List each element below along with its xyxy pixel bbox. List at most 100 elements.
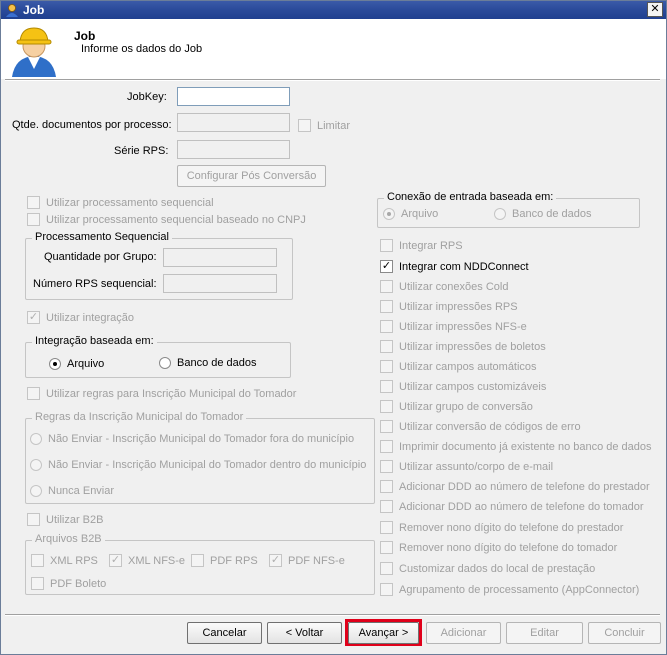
pdf-boleto-label: PDF Boleto [50, 577, 107, 590]
pdf-rps-checkbox[interactable]: PDF RPS [191, 554, 258, 567]
qtde-input[interactable] [177, 113, 290, 132]
quantidade-grupo-input[interactable] [163, 248, 277, 267]
opt-agrupamento-label: Agrupamento de processamento (AppConnect… [399, 583, 640, 596]
concluir-button[interactable]: Concluir [588, 622, 661, 644]
wizard-header: Job Informe os dados do Job [1, 19, 666, 79]
opt-impressoes-boletos-checkbox[interactable]: Utilizar impressões de boletos [380, 340, 546, 353]
regras-im-checkbox[interactable]: Utilizar regras para Inscrição Municipal… [27, 387, 296, 400]
proc-sequencial-cnpj-checkbox[interactable]: Utilizar processamento sequencial basead… [27, 213, 306, 226]
opt-grupo-conversao-checkbox[interactable]: Utilizar grupo de conversão [380, 400, 533, 413]
opt-campos-automaticos-label: Utilizar campos automáticos [399, 360, 537, 373]
group-processamento-sequencial-legend: Processamento Sequencial [32, 231, 172, 243]
config-pos-conversao-button[interactable]: Configurar Pós Conversão [177, 165, 326, 187]
pdf-boleto-checkbox[interactable]: PDF Boleto [31, 577, 106, 590]
opt-local-prestacao-label: Customizar dados do local de prestação [399, 562, 596, 575]
regras-opt3-radio[interactable]: Nunca Enviar [30, 485, 114, 497]
regras-opt1-label: Não Enviar - Inscrição Municipal do Toma… [48, 433, 355, 445]
proc-sequencial-label: Utilizar processamento sequencial [46, 196, 214, 209]
adicionar-button[interactable]: Adicionar [426, 622, 501, 644]
opt-imprimir-existente-label: Imprimir documento já existente no banco… [399, 440, 652, 453]
pdf-rps-label: PDF RPS [210, 554, 258, 567]
worker-icon [12, 27, 56, 77]
opt-agrupamento-checkbox[interactable]: Agrupamento de processamento (AppConnect… [380, 583, 639, 596]
opt-nono-digito-tomador-checkbox[interactable]: Remover nono dígito do telefone do tomad… [380, 541, 617, 554]
serie-input[interactable] [177, 140, 290, 159]
opt-grupo-conversao-label: Utilizar grupo de conversão [399, 400, 533, 413]
jobkey-label: JobKey: [127, 91, 167, 103]
utilizar-b2b-label: Utilizar B2B [46, 513, 104, 526]
xml-nfse-checkbox[interactable]: ✓ XML NFS-e [109, 554, 185, 567]
voltar-button[interactable]: < Voltar [267, 622, 342, 644]
opt-impressoes-nfse-label: Utilizar impressões NFS-e [399, 320, 527, 333]
opt-impressoes-nfse-checkbox[interactable]: Utilizar impressões NFS-e [380, 320, 527, 333]
conexao-arquivo-radio[interactable]: Arquivo [383, 208, 438, 220]
opt-ddd-tomador-checkbox[interactable]: Adicionar DDD ao número de telefone do t… [380, 500, 644, 513]
header-title: Job [74, 29, 96, 43]
integracao-banco-radio[interactable]: Banco de dados [159, 357, 257, 369]
utilizar-integracao-checkbox[interactable]: ✓ Utilizar integração [27, 311, 134, 324]
integracao-banco-label: Banco de dados [177, 357, 257, 369]
numero-rps-input[interactable] [163, 274, 277, 293]
job-dialog: Job ✕ Job Informe os dados do Job JobKey… [0, 0, 667, 655]
opt-campos-automaticos-checkbox[interactable]: Utilizar campos automáticos [380, 360, 537, 373]
opt-impressoes-rps-checkbox[interactable]: Utilizar impressões RPS [380, 300, 518, 313]
limitar-checkbox-box[interactable] [298, 119, 311, 132]
opt-nono-digito-prestador-label: Remover nono dígito do telefone do prest… [399, 521, 624, 534]
pdf-nfse-label: PDF NFS-e [288, 554, 345, 567]
limitar-checkbox[interactable]: Limitar [298, 119, 350, 132]
opt-conversao-codigos-erro-checkbox[interactable]: Utilizar conversão de códigos de erro [380, 420, 581, 433]
opt-impressoes-rps-label: Utilizar impressões RPS [399, 300, 518, 313]
regras-opt3-label: Nunca Enviar [48, 485, 115, 497]
xml-nfse-label: XML NFS-e [128, 554, 186, 567]
proc-sequencial-cnpj-label: Utilizar processamento sequencial basead… [46, 213, 306, 226]
regras-im-label: Utilizar regras para Inscrição Municipal… [46, 387, 297, 400]
header-separator [5, 79, 660, 81]
serie-label: Série RPS: [114, 145, 169, 157]
conexao-arquivo-label: Arquivo [401, 208, 439, 220]
opt-conversao-codigos-erro-label: Utilizar conversão de códigos de erro [399, 420, 581, 433]
opt-integrar-nddconnect-checkbox[interactable]: ✓ Integrar com NDDConnect [380, 260, 529, 273]
header-subtitle: Informe os dados do Job [81, 43, 203, 55]
opt-integrar-rps-label: Integrar RPS [399, 239, 463, 252]
regras-opt2-label: Não Enviar - Inscrição Municipal do Toma… [48, 459, 367, 471]
conexao-banco-radio[interactable]: Banco de dados [494, 208, 592, 220]
integracao-arquivo-radio[interactable]: Arquivo [49, 358, 104, 370]
opt-imprimir-existente-checkbox[interactable]: Imprimir documento já existente no banco… [380, 440, 652, 453]
utilizar-b2b-checkbox[interactable]: Utilizar B2B [27, 513, 103, 526]
integracao-arquivo-label: Arquivo [67, 358, 105, 370]
opt-impressoes-boletos-label: Utilizar impressões de boletos [399, 340, 546, 353]
opt-campos-customizaveis-checkbox[interactable]: Utilizar campos customizáveis [380, 380, 546, 393]
opt-integrar-rps-checkbox[interactable]: Integrar RPS [380, 239, 463, 252]
editar-button[interactable]: Editar [506, 622, 583, 644]
quantidade-grupo-label: Quantidade por Grupo: [44, 251, 157, 263]
opt-local-prestacao-checkbox[interactable]: Customizar dados do local de prestação [380, 562, 595, 575]
xml-rps-label: XML RPS [50, 554, 98, 567]
group-conexao-entrada-legend: Conexão de entrada baseada em: [384, 191, 557, 203]
opt-ddd-prestador-checkbox[interactable]: Adicionar DDD ao número de telefone do p… [380, 480, 650, 493]
numero-rps-label: Número RPS sequencial: [33, 278, 157, 290]
opt-nono-digito-prestador-checkbox[interactable]: Remover nono dígito do telefone do prest… [380, 521, 623, 534]
title-bar[interactable]: Job ✕ [1, 1, 666, 19]
opt-integrar-nddconnect-label: Integrar com NDDConnect [399, 260, 529, 273]
opt-campos-customizaveis-label: Utilizar campos customizáveis [399, 380, 547, 393]
cancelar-button[interactable]: Cancelar [187, 622, 262, 644]
qtde-label: Qtde. documentos por processo: [12, 119, 172, 131]
opt-ddd-tomador-label: Adicionar DDD ao número de telefone do t… [399, 500, 644, 513]
avancar-button[interactable]: Avançar > [348, 622, 419, 644]
opt-assunto-email-label: Utilizar assunto/corpo de e-mail [399, 460, 554, 473]
close-button[interactable]: ✕ [647, 2, 663, 17]
regras-opt2-radio[interactable]: Não Enviar - Inscrição Municipal do Toma… [30, 459, 366, 471]
jobkey-input[interactable] [177, 87, 290, 106]
opt-assunto-email-checkbox[interactable]: Utilizar assunto/corpo de e-mail [380, 460, 553, 473]
pdf-nfse-checkbox[interactable]: ✓ PDF NFS-e [269, 554, 345, 567]
xml-rps-checkbox[interactable]: XML RPS [31, 554, 98, 567]
group-arquivos-b2b-legend: Arquivos B2B [32, 533, 105, 545]
regras-opt1-radio[interactable]: Não Enviar - Inscrição Municipal do Toma… [30, 433, 354, 445]
user-icon [6, 4, 18, 17]
opt-conexoes-cold-checkbox[interactable]: Utilizar conexões Cold [380, 280, 508, 293]
proc-sequencial-checkbox[interactable]: Utilizar processamento sequencial [27, 196, 214, 209]
window-title: Job [23, 3, 45, 17]
group-integracao-legend: Integração baseada em: [32, 335, 157, 347]
opt-conexoes-cold-label: Utilizar conexões Cold [399, 280, 509, 293]
limitar-label: Limitar [317, 119, 351, 132]
